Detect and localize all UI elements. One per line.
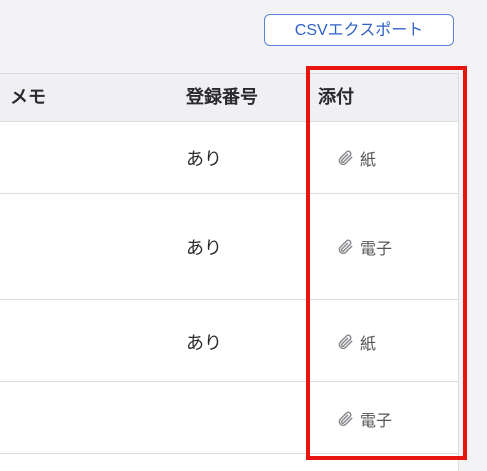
attachment-link[interactable]: 紙 [336,330,376,354]
page: CSVエクスポート メモ 登録番号 添付 あり 紙 あり 電子 あり 紙 電子 [0,0,487,471]
table-row[interactable]: 電子 [0,382,458,454]
column-header-attachment: 添付 [318,87,354,108]
paperclip-icon [338,411,353,427]
table-row[interactable]: あり 紙 [0,300,458,382]
attachment-link[interactable]: 電子 [336,407,392,431]
attachment-type-label: 紙 [360,334,377,353]
expense-table: メモ 登録番号 添付 あり 紙 あり 電子 あり 紙 電子 [0,73,459,471]
paperclip-icon [338,239,353,255]
attachment-type-label: 紙 [360,150,377,169]
table-header: メモ 登録番号 添付 [0,74,458,122]
paperclip-icon [338,150,353,166]
column-header-registration-number: 登録番号 [186,87,258,108]
column-header-memo: メモ [10,87,46,108]
table-row[interactable]: あり 電子 [0,194,458,300]
attachment-link[interactable]: 電子 [336,235,392,259]
table-row[interactable]: あり 紙 [0,122,458,194]
csv-export-button[interactable]: CSVエクスポート [264,14,454,46]
paperclip-icon [338,334,353,350]
attachment-type-label: 電子 [360,411,393,430]
attachment-link[interactable]: 紙 [336,146,376,170]
registration-number-cell: あり [186,333,222,354]
registration-number-cell: あり [186,238,222,259]
attachment-type-label: 電子 [360,239,393,258]
registration-number-cell: あり [186,149,222,170]
